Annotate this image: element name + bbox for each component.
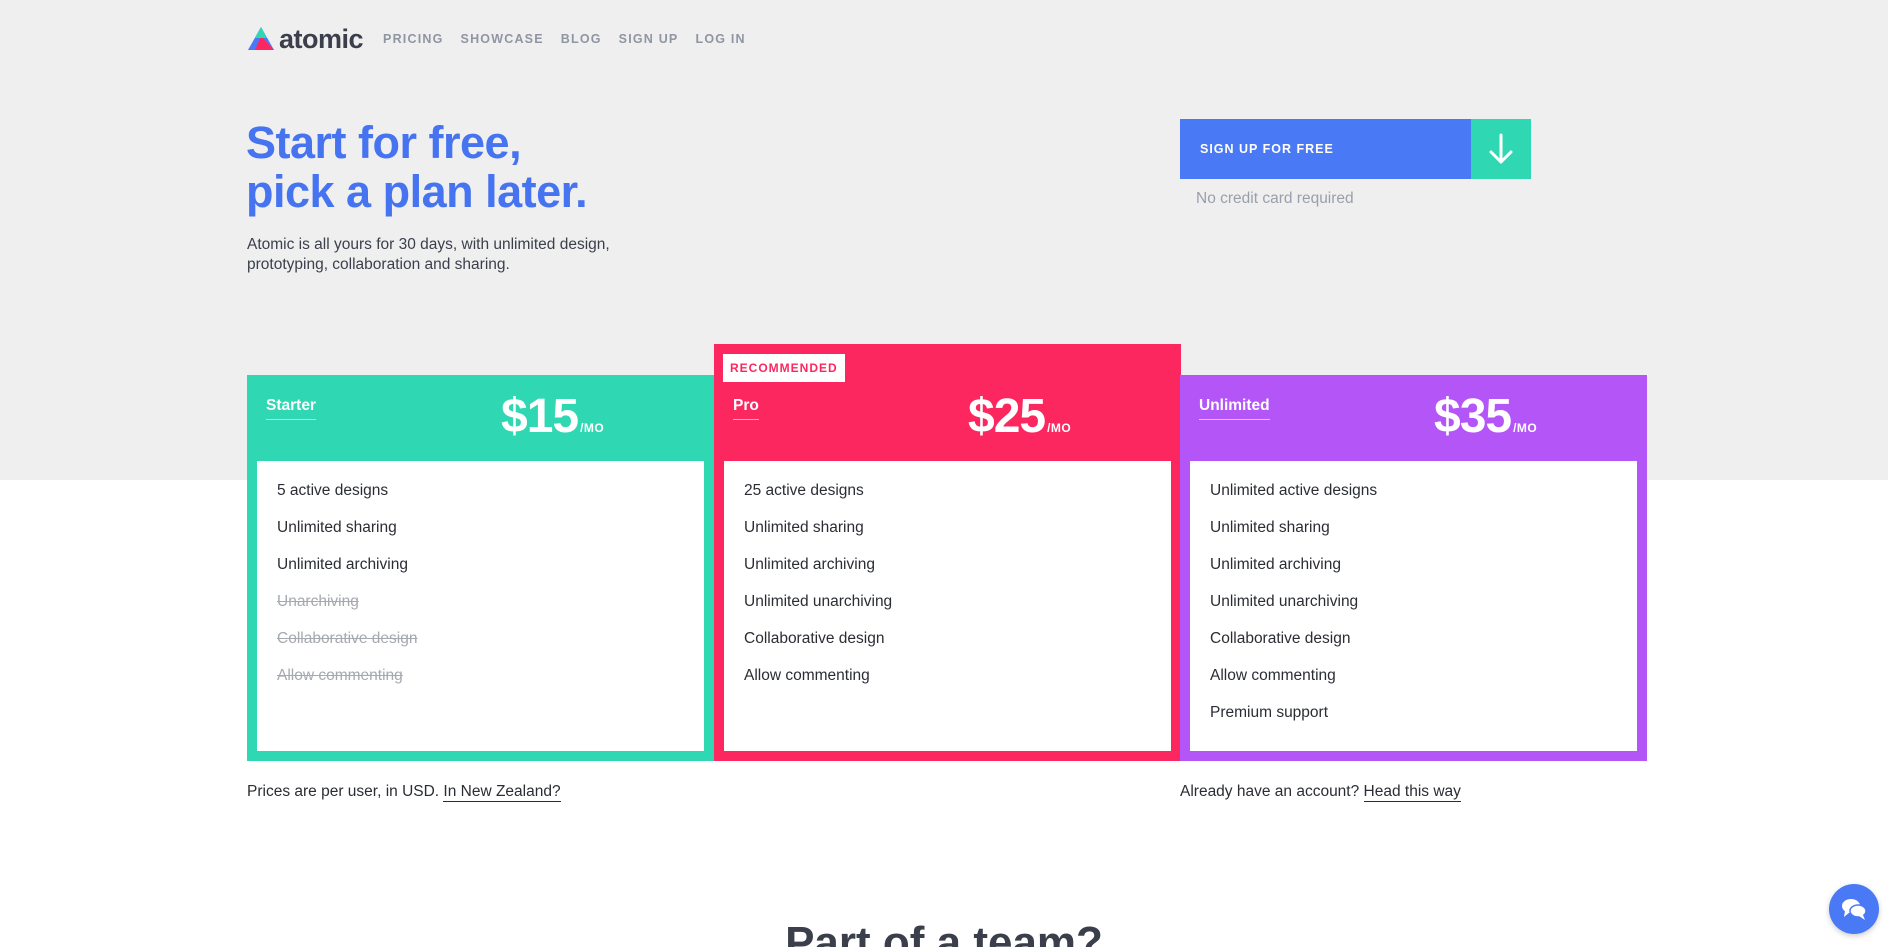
feature-list: 5 active designs Unlimited sharing Unlim…	[257, 461, 704, 751]
log-in-link[interactable]: Head this way	[1363, 783, 1461, 802]
site-header: atomic PRICING SHOWCASE BLOG SIGN UP LOG…	[247, 24, 746, 54]
feature-list: 25 active designs Unlimited sharing Unli…	[724, 461, 1171, 751]
feature-item: 5 active designs	[277, 482, 389, 499]
logo-link[interactable]: atomic	[247, 23, 364, 55]
logo-text: atomic	[279, 23, 364, 54]
price-amount: $35	[1434, 390, 1512, 443]
nav-sign-up[interactable]: SIGN UP	[619, 32, 679, 46]
pricing-footnote-text: Prices are per user, in USD.	[247, 783, 444, 800]
plan-price: $15 /MO	[501, 389, 604, 444]
feature-item: Unlimited unarchiving	[1210, 593, 1359, 610]
nav-blog[interactable]: BLOG	[561, 32, 602, 46]
feature-item: Unlimited archiving	[1210, 556, 1341, 573]
nav-showcase[interactable]: SHOWCASE	[461, 32, 544, 46]
plan-name: Starter	[266, 397, 316, 420]
feature-item: Unlimited sharing	[277, 519, 397, 536]
feature-item: 25 active designs	[744, 482, 864, 499]
nav-pricing[interactable]: PRICING	[383, 32, 444, 46]
price-period: /MO	[1513, 421, 1538, 435]
team-section-title: Part of a team?	[785, 918, 1103, 947]
nav-log-in[interactable]: LOG IN	[695, 32, 745, 46]
chat-button[interactable]	[1829, 884, 1879, 934]
price-amount: $25	[968, 390, 1046, 443]
arrow-down-icon	[1471, 119, 1531, 179]
price-amount: $15	[501, 390, 579, 443]
plan-card-starter[interactable]: Starter $15 /MO 5 active designs Unlimit…	[247, 375, 714, 761]
plan-price: $25 /MO	[968, 389, 1071, 444]
plan-price: $35 /MO	[1434, 389, 1537, 444]
plan-card-pro[interactable]: RECOMMENDED Pro $25 /MO 25 active design…	[714, 344, 1181, 761]
plan-header: Unlimited $35 /MO	[1180, 375, 1647, 461]
hero-title-line-1: Start for free,	[246, 117, 522, 168]
feature-item: Premium support	[1210, 704, 1329, 721]
feature-item: Collaborative design	[744, 630, 885, 647]
price-period: /MO	[580, 421, 605, 435]
feature-item: Unlimited unarchiving	[744, 593, 893, 610]
price-period: /MO	[1047, 421, 1072, 435]
recommended-badge: RECOMMENDED	[723, 354, 845, 382]
feature-item-excluded: Allow commenting	[277, 667, 403, 684]
main-nav: PRICING SHOWCASE BLOG SIGN UP LOG IN	[383, 32, 746, 46]
atomic-logo-icon	[248, 27, 274, 50]
pricing-footnote: Prices are per user, in USD. In New Zeal…	[247, 783, 561, 802]
feature-item: Unlimited sharing	[744, 519, 864, 536]
feature-item-excluded: Unarchiving	[277, 593, 359, 610]
hero-description: Atomic is all yours for 30 days, with un…	[247, 236, 610, 273]
feature-item: Allow commenting	[1210, 667, 1336, 684]
feature-item: Unlimited sharing	[1210, 519, 1330, 536]
new-zealand-link[interactable]: In New Zealand?	[443, 783, 561, 802]
feature-item: Allow commenting	[744, 667, 870, 684]
feature-item: Unlimited archiving	[277, 556, 408, 573]
plan-name: Unlimited	[1199, 397, 1270, 420]
plan-card-unlimited[interactable]: Unlimited $35 /MO Unlimited active desig…	[1180, 375, 1647, 761]
sign-up-button-label: SIGN UP FOR FREE	[1200, 142, 1334, 156]
sign-up-for-free-button[interactable]: SIGN UP FOR FREE	[1180, 119, 1531, 179]
feature-list: Unlimited active designs Unlimited shari…	[1190, 461, 1637, 751]
feature-item: Unlimited active designs	[1210, 482, 1378, 499]
feature-item: Collaborative design	[1210, 630, 1351, 647]
plan-header: RECOMMENDED Pro $25 /MO	[714, 344, 1181, 461]
plan-name: Pro	[733, 397, 759, 420]
feature-item-excluded: Collaborative design	[277, 630, 418, 647]
hero-title: Start for free, pick a plan later.	[246, 117, 588, 217]
no-credit-card-note: No credit card required	[1196, 190, 1354, 207]
feature-item: Unlimited archiving	[744, 556, 875, 573]
account-footnote: Already have an account? Head this way	[1180, 783, 1461, 802]
account-footnote-text: Already have an account?	[1180, 783, 1364, 800]
hero-title-line-2: pick a plan later.	[246, 166, 588, 217]
chat-bubbles-icon	[1842, 899, 1867, 920]
plan-header: Starter $15 /MO	[247, 375, 714, 461]
